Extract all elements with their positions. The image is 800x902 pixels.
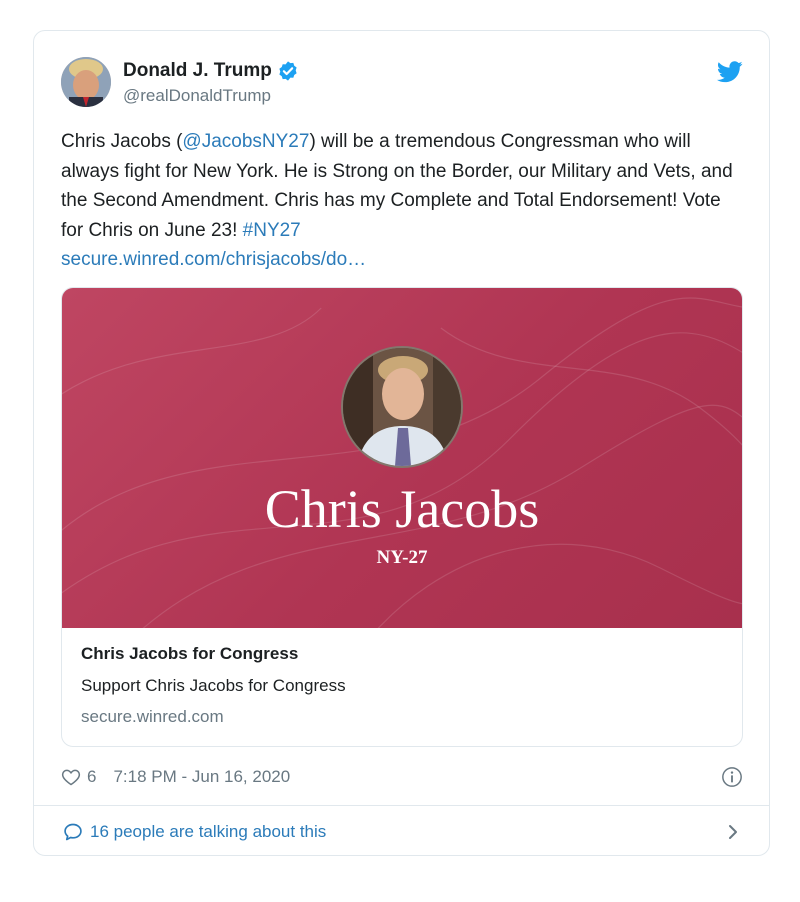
tweet-text: Chris Jacobs (@JacobsNY27) will be a tre… [61, 127, 741, 275]
author-name[interactable]: Donald J. Trump [123, 60, 272, 82]
tweet-card: Donald J. Trump @realDonaldTrump Chris J… [33, 30, 770, 856]
mention-link[interactable]: @JacobsNY27 [182, 131, 309, 152]
tweet-text-part1: Chris Jacobs ( [61, 131, 183, 152]
conversation-link[interactable]: 16 people are talking about this [63, 817, 743, 847]
link-preview-card[interactable]: Chris Jacobs NY-27 Chris Jacobs for Cong… [61, 287, 743, 747]
info-icon[interactable] [721, 766, 743, 788]
preview-meta[interactable]: Chris Jacobs for Congress Support Chris … [81, 644, 723, 727]
candidate-portrait [341, 346, 463, 468]
twitter-bird-icon[interactable] [717, 61, 743, 83]
like-count[interactable]: 6 [87, 767, 96, 787]
author-handle[interactable]: @realDonaldTrump [123, 86, 299, 106]
preview-image-district: NY-27 [376, 547, 428, 568]
tweet-url-link[interactable]: secure.winred.com/chrisjacobs/do… [61, 249, 366, 270]
preview-title[interactable]: Chris Jacobs for Congress [81, 644, 723, 664]
talking-text[interactable]: 16 people are talking about this [90, 822, 326, 842]
verified-badge-icon [279, 61, 297, 81]
preview-image[interactable]: Chris Jacobs NY-27 [62, 288, 742, 628]
tweet-actions: 6 7:18 PM - Jun 16, 2020 [61, 764, 743, 790]
preview-image-name: Chris Jacobs [264, 479, 540, 539]
heart-icon[interactable] [61, 767, 81, 787]
author-info: Donald J. Trump @realDonaldTrump [123, 60, 299, 106]
hashtag-link[interactable]: #NY27 [243, 220, 301, 241]
tweet-timestamp[interactable]: 7:18 PM - Jun 16, 2020 [113, 767, 290, 787]
preview-domain: secure.winred.com [81, 707, 224, 726]
divider [34, 805, 769, 806]
chevron-right-icon[interactable] [727, 824, 739, 840]
tweet-header: Donald J. Trump @realDonaldTrump [61, 57, 743, 111]
speech-bubble-icon [64, 823, 82, 841]
author-avatar[interactable] [61, 57, 111, 107]
preview-description: Support Chris Jacobs for Congress [81, 676, 346, 695]
